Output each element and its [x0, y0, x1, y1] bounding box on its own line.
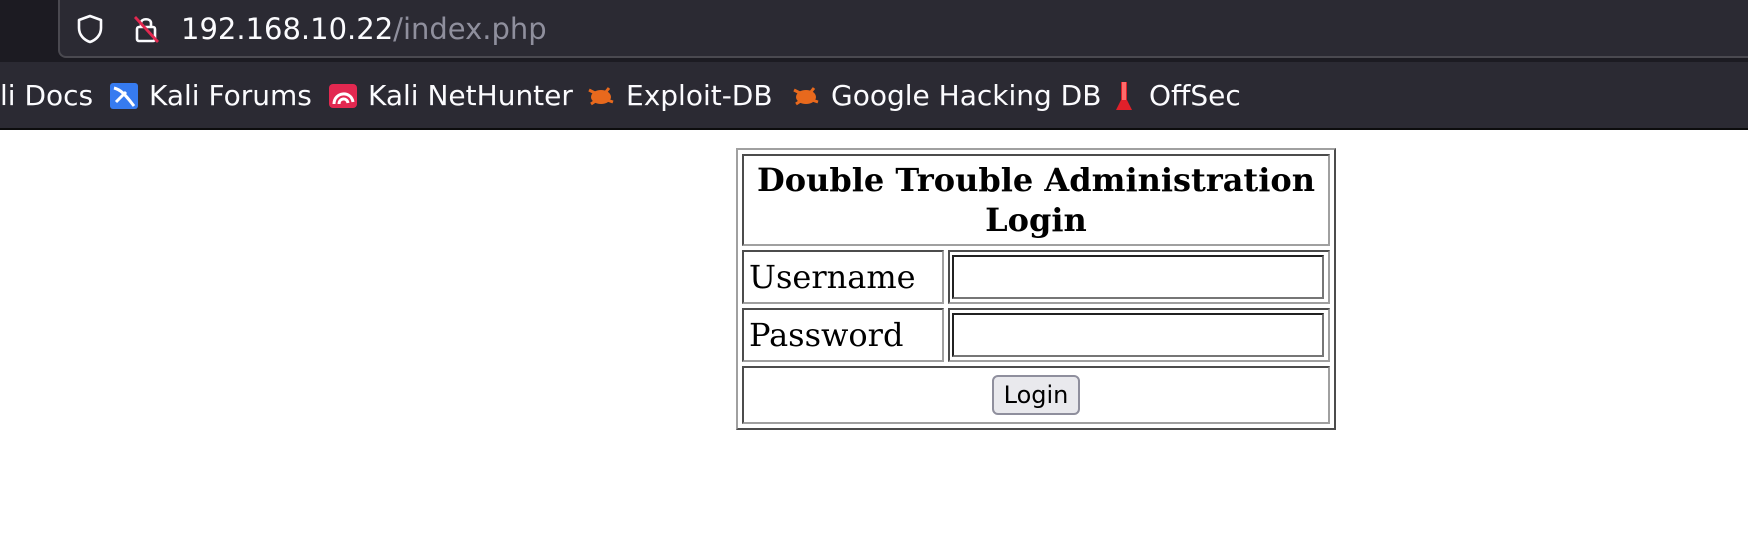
bookmark-label: Kali Forums — [149, 79, 312, 112]
bookmark-label: Google Hacking DB — [831, 79, 1102, 112]
browser-toolbar: 192.168.10.22/index.php — [0, 0, 1748, 62]
url-host: 192.168.10.22 — [181, 12, 394, 46]
kali-nethunter-icon — [329, 84, 357, 108]
bookmark-kali-forums[interactable]: Kali Forums — [108, 62, 312, 130]
shield-icon[interactable] — [74, 13, 106, 45]
insecure-lock-icon[interactable] — [130, 13, 162, 45]
login-table: Double Trouble Administration Login User… — [736, 148, 1336, 430]
bookmarks-toolbar: li Docs Kali Forums Kali NetHunter Explo… — [0, 62, 1748, 130]
bookmark-label: Kali NetHunter — [368, 79, 573, 112]
username-input[interactable] — [952, 255, 1324, 299]
login-title: Double Trouble Administration Login — [742, 154, 1330, 246]
password-cell — [948, 308, 1330, 362]
username-label: Username — [742, 250, 944, 304]
bookmark-exploit-db[interactable]: Exploit-DB — [585, 62, 773, 130]
bookmark-google-hacking-db[interactable]: Google Hacking DB — [790, 62, 1101, 130]
bookmark-offsec[interactable]: OffSec — [1108, 62, 1241, 130]
password-label: Password — [742, 308, 944, 362]
submit-cell: Login — [742, 366, 1330, 424]
google-hacking-db-icon — [793, 87, 819, 106]
bookmark-label: li Docs — [0, 79, 94, 112]
url-path: /index.php — [393, 12, 547, 46]
bookmark-kali-docs[interactable]: li Docs — [0, 62, 93, 130]
username-cell — [948, 250, 1330, 304]
password-input[interactable] — [952, 313, 1324, 357]
kali-forums-icon — [110, 83, 138, 109]
url-text[interactable]: 192.168.10.22/index.php — [181, 10, 547, 48]
login-button[interactable]: Login — [991, 375, 1081, 415]
bookmark-kali-nethunter[interactable]: Kali NetHunter — [327, 62, 573, 130]
bookmark-label: OffSec — [1149, 79, 1241, 112]
exploit-db-icon — [588, 87, 614, 106]
offsec-icon — [1116, 82, 1132, 110]
bookmark-label: Exploit-DB — [626, 79, 773, 112]
